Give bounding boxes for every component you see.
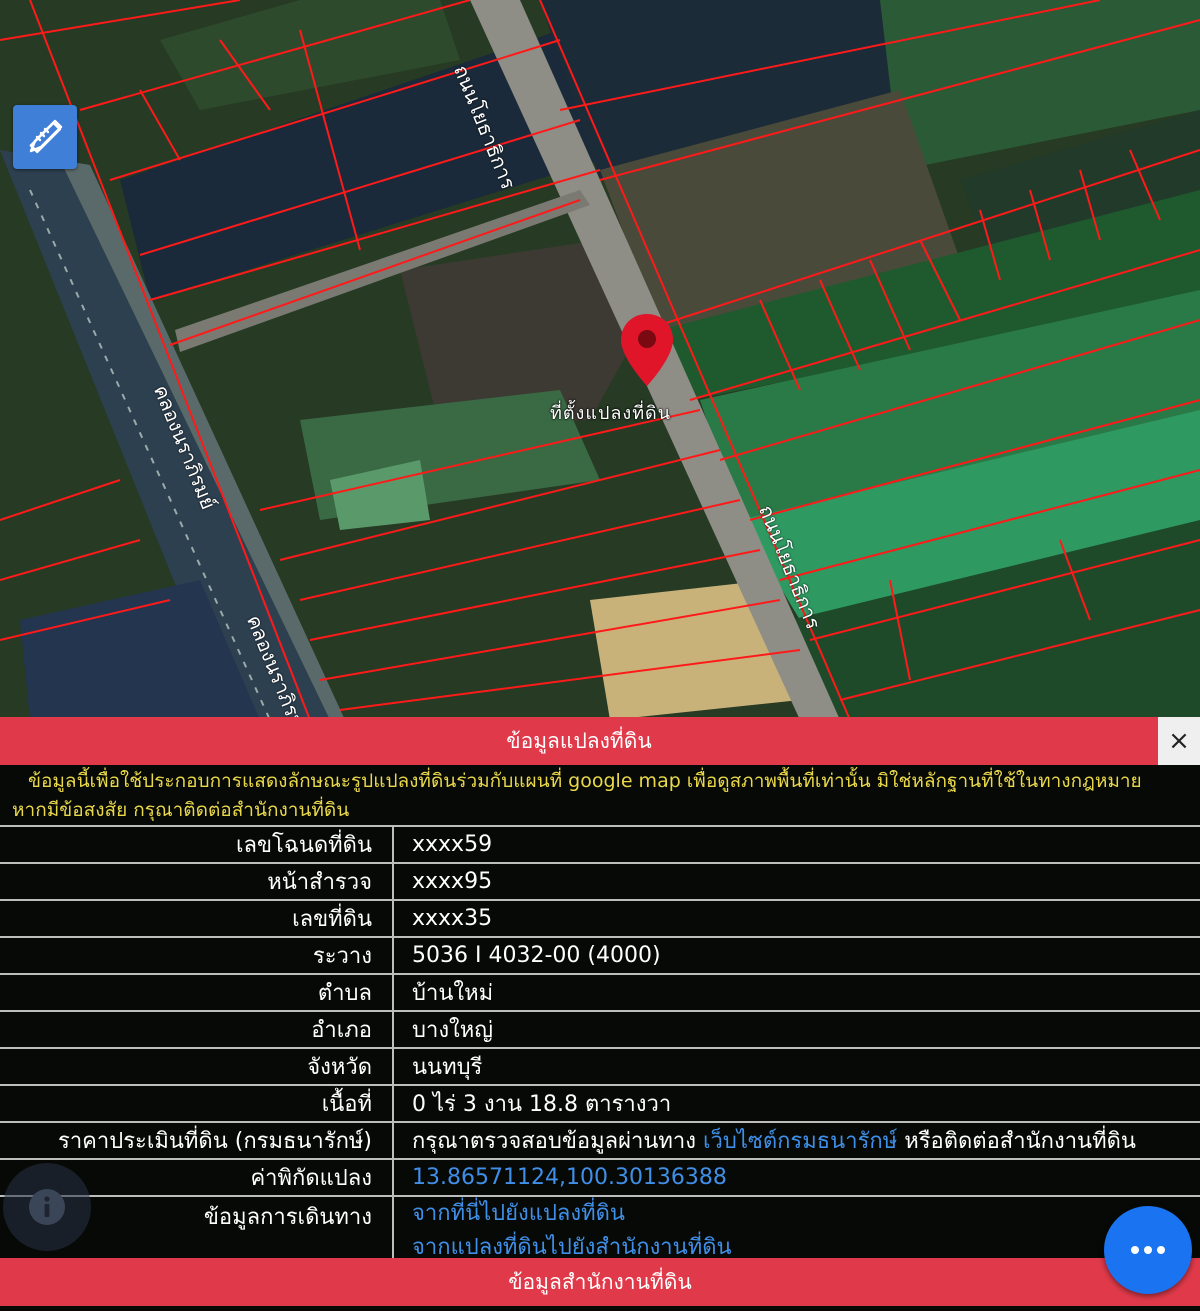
table-row: เนื้อที่ 0 ไร่ 3 งาน 18.8 ตารางวา [0,1084,1200,1122]
parcel-info-panel: ข้อมูลแปลงที่ดิน × ข้อมูลนี้เพื่อใช้ประก… [0,717,1200,1311]
row-key: ตำบล [0,973,394,1011]
row-value: xxxx95 [393,862,1200,900]
row-key: เลขโฉนดที่ดิน [0,825,394,863]
table-row: อำเภอ บางใหญ่ [0,1010,1200,1048]
table-row: เลขโฉนดที่ดิน xxxx59 [0,825,1200,863]
location-pin-icon[interactable] [619,312,675,388]
close-icon: × [1168,726,1190,756]
row-key: ราคาประเมินที่ดิน (กรมธนารักษ์) [0,1121,394,1159]
row-value: 0 ไร่ 3 งาน 18.8 ตารางวา [393,1084,1200,1122]
table-row: ข้อมูลการเดินทาง จากที่นี่ไปยังแปลงที่ดิ… [0,1195,1200,1265]
price-prefix: กรุณาตรวจสอบข้อมูลผ่านทาง [412,1129,696,1154]
more-options-button[interactable] [1104,1206,1192,1294]
table-row: ค่าพิกัดแปลง 13.86571124,100.30136388 [0,1158,1200,1196]
more-dots-icon [1131,1246,1165,1254]
row-key: หน้าสำรวจ [0,862,394,900]
info-icon [29,1189,65,1225]
panel-title: ข้อมูลแปลงที่ดิน [0,717,1158,765]
ruler-pencil-icon [29,119,63,154]
table-row: จังหวัด นนทบุรี [0,1047,1200,1085]
table-row: ราคาประเมินที่ดิน (กรมธนารักษ์) กรุณาตรว… [0,1121,1200,1159]
price-value: กรุณาตรวจสอบข้อมูลผ่านทาง เว็บไซต์กรมธนา… [393,1121,1200,1159]
disclaimer-notice: ข้อมูลนี้เพื่อใช้ประกอบการแสดงลักษณะรูปแ… [0,767,1200,825]
notice-line-1: ข้อมูลนี้เพื่อใช้ประกอบการแสดงลักษณะรูปแ… [28,770,1142,792]
coordinates-link[interactable]: 13.86571124,100.30136388 [412,1165,727,1190]
row-value: บ้านใหม่ [393,973,1200,1011]
close-button[interactable]: × [1158,717,1200,765]
treasury-website-link[interactable]: เว็บไซต์กรมธนารักษ์ [703,1129,897,1154]
row-value: บางใหญ่ [393,1010,1200,1048]
row-value: นนทบุรี [393,1047,1200,1085]
land-office-header[interactable]: ข้อมูลสำนักงานที่ดิน [0,1258,1200,1306]
table-row: หน้าสำรวจ xxxx95 [0,862,1200,900]
draw-tool-button[interactable] [13,105,77,169]
row-key: อำเภอ [0,1010,394,1048]
table-row: เลขที่ดิน xxxx35 [0,899,1200,937]
table-row: ระวาง 5036 I 4032-00 (4000) [0,936,1200,974]
notice-line-2: หากมีข้อสงสัย กรุณาติดต่อสำนักงานที่ดิน [12,799,350,821]
directions-to-parcel-link[interactable]: จากที่นี่ไปยังแปลงที่ดิน [412,1201,625,1226]
parcel-info-table: เลขโฉนดที่ดิน xxxx59 หน้าสำรวจ xxxx95 เลขท… [0,825,1200,1265]
pin-label: ที่ตั้งแปลงที่ดิน [550,403,672,424]
row-key: จังหวัด [0,1047,394,1085]
directions-to-office-link[interactable]: จากแปลงที่ดินไปยังสำนักงานที่ดิน [412,1235,732,1260]
row-value: xxxx59 [393,825,1200,863]
row-value: xxxx35 [393,899,1200,937]
row-value: 5036 I 4032-00 (4000) [393,936,1200,974]
price-suffix: หรือติดต่อสำนักงานที่ดิน [904,1129,1136,1154]
row-key: เลขที่ดิน [0,899,394,937]
row-key: เนื้อที่ [0,1084,394,1122]
table-row: ตำบล บ้านใหม่ [0,973,1200,1011]
info-button[interactable] [3,1163,91,1251]
row-key: ระวาง [0,936,394,974]
